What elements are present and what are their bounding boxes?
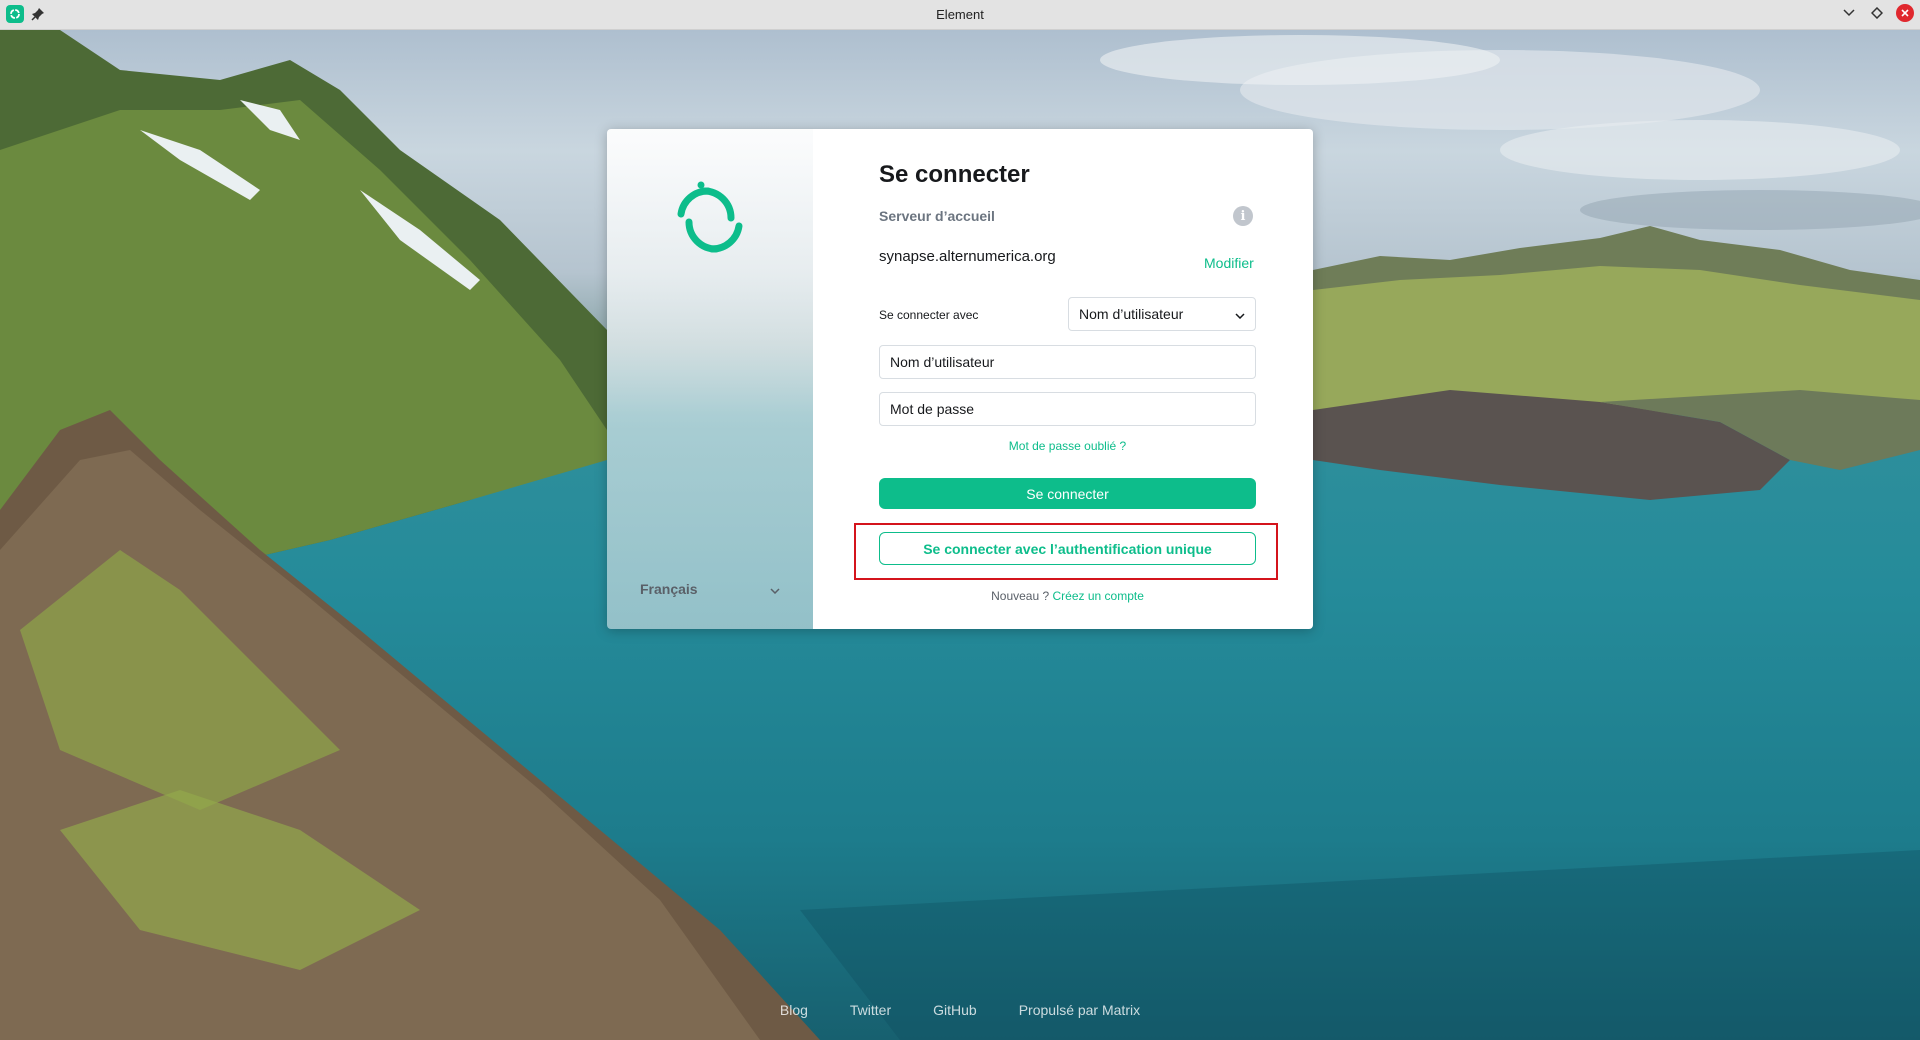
login-form-panel: Se connecter Serveur d’accueil i synapse… bbox=[813, 129, 1313, 629]
footer-link-blog[interactable]: Blog bbox=[780, 1002, 808, 1018]
chevron-down-icon bbox=[1235, 306, 1245, 322]
chevron-down-icon bbox=[770, 581, 780, 597]
element-logo-icon bbox=[671, 181, 749, 259]
close-icon[interactable] bbox=[1896, 4, 1914, 22]
window-titlebar: Element bbox=[0, 0, 1920, 30]
minimize-icon[interactable] bbox=[1840, 4, 1858, 22]
page-title: Se connecter bbox=[879, 161, 1030, 188]
window-title: Element bbox=[936, 7, 984, 22]
homeserver-value: synapse.alternumerica.org bbox=[879, 248, 1056, 265]
username-input[interactable] bbox=[879, 345, 1256, 379]
sign-in-method-value: Nom d’utilisateur bbox=[1079, 306, 1184, 322]
titlebar-left bbox=[6, 5, 45, 23]
sign-in-method-select[interactable]: Nom d’utilisateur bbox=[1068, 297, 1256, 331]
footer-link-twitter[interactable]: Twitter bbox=[850, 1002, 891, 1018]
sso-sign-in-button[interactable]: Se connecter avec l’authentification uni… bbox=[879, 532, 1256, 565]
sign-in-with-label: Se connecter avec bbox=[879, 308, 979, 322]
new-prefix: Nouveau ? bbox=[991, 589, 1050, 603]
window-controls bbox=[1840, 4, 1914, 22]
footer-link-github[interactable]: GitHub bbox=[933, 1002, 977, 1018]
card-branding-panel: Français bbox=[607, 129, 813, 629]
forgot-password-link[interactable]: Mot de passe oublié ? bbox=[879, 439, 1256, 453]
language-dropdown[interactable]: Français bbox=[640, 578, 780, 600]
language-selected: Français bbox=[640, 581, 698, 597]
pin-icon[interactable] bbox=[31, 7, 45, 21]
info-icon[interactable]: i bbox=[1233, 206, 1253, 226]
password-input[interactable] bbox=[879, 392, 1256, 426]
footer-links: Blog Twitter GitHub Propulsé par Matrix bbox=[0, 1002, 1920, 1018]
element-app-icon bbox=[6, 5, 24, 23]
modify-homeserver-link[interactable]: Modifier bbox=[1204, 255, 1254, 271]
sign-in-button[interactable]: Se connecter bbox=[879, 478, 1256, 509]
create-account-link[interactable]: Créez un compte bbox=[1053, 589, 1144, 603]
homeserver-label: Serveur d’accueil bbox=[879, 208, 995, 224]
login-card: Français Se connecter Serveur d’accueil … bbox=[607, 129, 1313, 629]
maximize-icon[interactable] bbox=[1868, 4, 1886, 22]
create-account-line: Nouveau ? Créez un compte bbox=[879, 589, 1256, 603]
footer-link-matrix[interactable]: Propulsé par Matrix bbox=[1019, 1002, 1140, 1018]
